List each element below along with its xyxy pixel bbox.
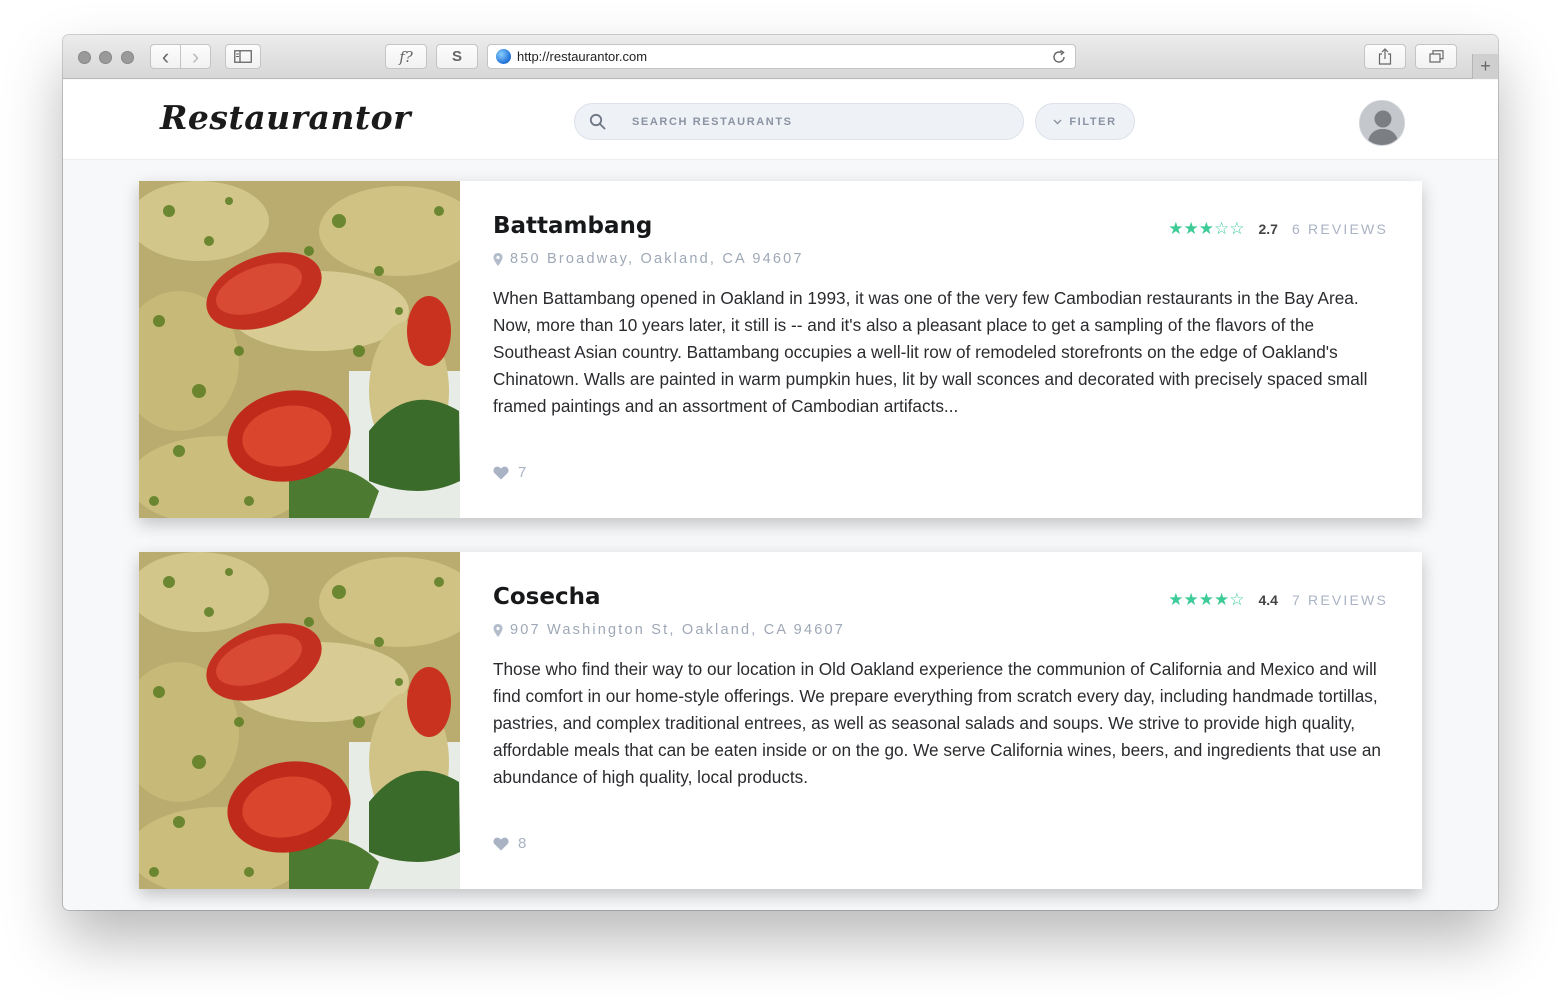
star-rating: ★★★★☆ — [1168, 590, 1245, 609]
fx-extension-button[interactable]: f? — [385, 44, 427, 69]
restaurant-card[interactable]: Battambang ★★★☆☆ 2.7 6 REVIEWS 850 Broad… — [139, 181, 1422, 518]
address: 907 Washington St, Oakland, CA 94607 — [493, 622, 845, 638]
plus-icon: + — [1480, 56, 1491, 76]
address: 850 Broadway, Oakland, CA 94607 — [493, 251, 804, 267]
share-icon — [1378, 48, 1392, 65]
card-body: Battambang ★★★☆☆ 2.7 6 REVIEWS 850 Broad… — [493, 181, 1388, 518]
avatar[interactable] — [1359, 100, 1405, 146]
reviews-link[interactable]: 7 REVIEWS — [1292, 592, 1388, 608]
likes-count: 7 — [518, 464, 527, 481]
pin-icon — [493, 623, 503, 637]
browser-window: ‹ › f? S http://restaurantor.com + Resta… — [63, 35, 1498, 910]
heart-icon — [493, 466, 509, 479]
pin-icon — [493, 252, 503, 266]
restaurant-description: Those who find their way to our location… — [493, 659, 1381, 787]
reload-icon[interactable] — [1051, 49, 1067, 65]
rating-row: ★★★☆☆ 2.7 6 REVIEWS — [1168, 219, 1388, 239]
address-text: 850 Broadway, Oakland, CA 94607 — [510, 251, 804, 267]
card-body: Cosecha ★★★★☆ 4.4 7 REVIEWS 907 Washingt… — [493, 552, 1388, 889]
restaurant-name[interactable]: Cosecha — [493, 584, 601, 610]
app-header: Restaurantor FILTER — [63, 80, 1498, 160]
restaurant-description: When Battambang opened in Oakland in 199… — [493, 288, 1368, 416]
likes-count: 8 — [518, 835, 527, 852]
address-bar[interactable]: http://restaurantor.com — [487, 44, 1076, 69]
url-text: http://restaurantor.com — [517, 49, 648, 64]
like-button[interactable]: 7 — [493, 464, 526, 481]
filter-button[interactable]: FILTER — [1035, 103, 1135, 140]
star-rating: ★★★☆☆ — [1168, 219, 1245, 238]
restaurant-card[interactable]: Cosecha ★★★★☆ 4.4 7 REVIEWS 907 Washingt… — [139, 552, 1422, 889]
heart-icon — [493, 837, 509, 850]
restaurant-image — [139, 552, 460, 889]
forward-icon: › — [191, 43, 200, 69]
rating-value: 4.4 — [1258, 592, 1278, 608]
rating-value: 2.7 — [1258, 221, 1278, 237]
tabs-icon — [1428, 50, 1444, 63]
forward-button[interactable]: › — [180, 44, 211, 69]
restaurant-name[interactable]: Battambang — [493, 213, 652, 239]
globe-icon — [496, 49, 511, 64]
like-button[interactable]: 8 — [493, 835, 526, 852]
share-button[interactable] — [1364, 44, 1406, 69]
fx-label: f? — [399, 47, 413, 66]
close-window-button[interactable] — [78, 51, 91, 64]
browser-toolbar: ‹ › f? S http://restaurantor.com + — [63, 35, 1498, 79]
back-button[interactable]: ‹ — [150, 44, 181, 69]
search-input[interactable] — [632, 104, 1002, 139]
sidebar-icon — [234, 50, 252, 63]
rating-row: ★★★★☆ 4.4 7 REVIEWS — [1168, 590, 1388, 610]
back-icon: ‹ — [161, 43, 170, 69]
reviews-link[interactable]: 6 REVIEWS — [1292, 221, 1388, 237]
avatar-icon — [1360, 101, 1404, 145]
s-extension-button[interactable]: S — [436, 44, 478, 69]
restaurant-image — [139, 181, 460, 518]
s-label: S — [451, 48, 462, 65]
tabs-overview-button[interactable] — [1415, 44, 1457, 69]
minimize-window-button[interactable] — [99, 51, 112, 64]
address-text: 907 Washington St, Oakland, CA 94607 — [510, 622, 845, 638]
chevron-down-icon — [1053, 119, 1062, 124]
new-tab-button[interactable]: + — [1472, 54, 1498, 79]
search-bar[interactable] — [574, 103, 1024, 140]
search-icon — [589, 113, 606, 130]
filter-label: FILTER — [1069, 115, 1117, 128]
sidebar-button[interactable] — [225, 44, 261, 69]
zoom-window-button[interactable] — [121, 51, 134, 64]
logo[interactable]: Restaurantor — [160, 98, 411, 137]
